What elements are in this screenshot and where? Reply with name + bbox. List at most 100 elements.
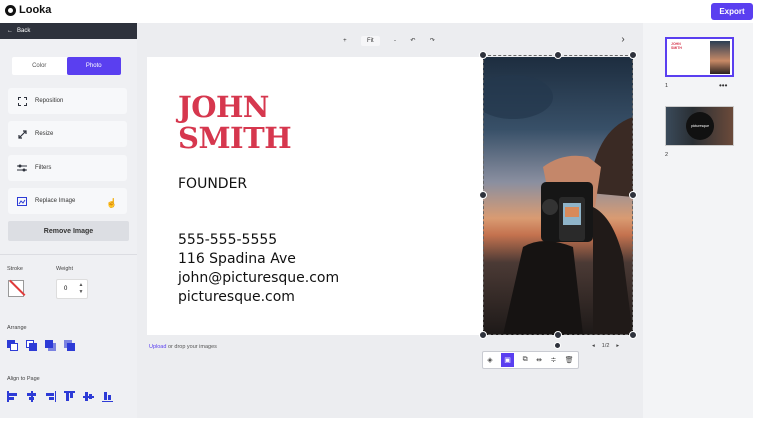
card-role[interactable]: FOUNDER bbox=[178, 176, 247, 192]
stroke-label: Stroke bbox=[7, 266, 23, 272]
align-right-icon[interactable] bbox=[45, 391, 56, 402]
looka-logo-icon bbox=[5, 4, 16, 16]
send-backward-icon[interactable] bbox=[45, 340, 56, 351]
thumb-2-logo: picturesque bbox=[686, 112, 714, 140]
align-to-page-label: Align to Page bbox=[7, 376, 40, 382]
resize-handle-top-left[interactable] bbox=[479, 51, 487, 59]
card-name[interactable]: JOHN SMITH bbox=[178, 90, 292, 155]
align-top-icon[interactable] bbox=[64, 391, 75, 402]
redo-icon[interactable]: ↷ bbox=[430, 37, 435, 44]
resize-handle-bottom[interactable] bbox=[554, 331, 562, 339]
page-thumbnail-1[interactable]: JOHN SMITH bbox=[665, 37, 734, 77]
next-page-button[interactable]: ▸ bbox=[616, 343, 619, 349]
page-number-1: 1 bbox=[665, 83, 669, 89]
tab-photo[interactable]: Photo bbox=[66, 57, 121, 75]
replace-image-button[interactable]: Replace Image ☝ bbox=[8, 188, 127, 214]
business-card: JOHN SMITH FOUNDER 555-555-5555 116 Spad… bbox=[147, 57, 633, 335]
upload-hint: Upload or drop your images bbox=[149, 344, 217, 350]
card-name-line1: JOHN bbox=[178, 90, 269, 124]
filters-icon bbox=[17, 163, 27, 173]
camera-photo-illustration bbox=[483, 75, 633, 335]
chevron-right-icon[interactable]: › bbox=[615, 31, 631, 47]
divider bbox=[0, 254, 137, 255]
card-photo[interactable] bbox=[483, 57, 633, 335]
resize-button[interactable]: Resize bbox=[8, 121, 127, 147]
thumb-2-text: picturesque bbox=[690, 124, 710, 128]
flip-icon[interactable]: ⇹ bbox=[536, 356, 542, 364]
looka-logo[interactable]: Looka bbox=[5, 4, 51, 16]
resize-handle-top-right[interactable] bbox=[629, 51, 637, 59]
card-phone: 555-555-5555 bbox=[178, 232, 278, 248]
prev-page-button[interactable]: ◂ bbox=[592, 343, 595, 349]
left-panel: ← Back Color Photo Reposition Resize Fil… bbox=[0, 23, 137, 418]
upload-rest: or drop your images bbox=[166, 344, 217, 350]
arrow-left-icon: ← bbox=[7, 28, 13, 34]
resize-label: Resize bbox=[35, 131, 54, 137]
bring-forward-icon[interactable] bbox=[26, 340, 37, 351]
send-to-back-icon[interactable] bbox=[64, 340, 75, 351]
card-address: 116 Spadina Ave bbox=[178, 251, 296, 267]
canvas-area: + Fit - ↶ ↷ › JOHN SMITH FOUNDER 555-555… bbox=[137, 23, 643, 418]
stepper-arrows-icon[interactable]: ▲ ▼ bbox=[77, 282, 85, 296]
trash-icon[interactable]: 🗑 bbox=[565, 356, 574, 364]
zoom-fit-button[interactable]: Fit bbox=[361, 35, 380, 46]
duplicate-icon[interactable]: ⧉ bbox=[523, 356, 528, 364]
align-center-horizontal-icon[interactable] bbox=[26, 391, 37, 402]
weight-value: 0 bbox=[64, 286, 68, 292]
page-pager: ◂ 1/2 ▸ bbox=[592, 343, 619, 349]
remove-image-button[interactable]: Remove Image bbox=[8, 221, 129, 241]
stroke-color-swatch[interactable] bbox=[8, 280, 24, 297]
page-indicator: 1/2 bbox=[601, 343, 610, 349]
image-toolbar: ◈ ▣ ⧉ ⇹ ≑ 🗑 bbox=[482, 351, 579, 369]
card-contact[interactable]: 555-555-5555 116 Spadina Ave john@pictur… bbox=[178, 231, 339, 307]
fill-icon[interactable]: ◈ bbox=[487, 356, 492, 364]
align-left-icon[interactable] bbox=[7, 391, 18, 402]
page-thumbnail-2[interactable]: picturesque bbox=[665, 106, 734, 146]
replace-image-icon bbox=[17, 196, 27, 206]
thumb-1-name: JOHN SMITH bbox=[671, 42, 682, 50]
zoom-controls: + Fit - ↶ ↷ bbox=[336, 32, 442, 49]
weight-label: Weight bbox=[56, 266, 74, 272]
zoom-out-button[interactable]: - bbox=[394, 38, 396, 44]
resize-handle-top[interactable] bbox=[554, 51, 562, 59]
layers-icon[interactable]: ≑ bbox=[550, 356, 556, 364]
arrange-row bbox=[7, 340, 75, 351]
pages-panel: JOHN SMITH 1 ••• picturesque 2 bbox=[643, 23, 753, 418]
resize-handle-bottom-left[interactable] bbox=[479, 331, 487, 339]
logo-text: Looka bbox=[19, 4, 52, 16]
back-label: Back bbox=[17, 28, 31, 34]
hand-cursor-icon: ☝ bbox=[106, 198, 118, 208]
card-name-line2: SMITH bbox=[178, 121, 292, 155]
editor-app: Looka Export ← Back Color Photo Repositi… bbox=[0, 0, 761, 428]
undo-icon[interactable]: ↶ bbox=[410, 37, 415, 44]
reposition-button[interactable]: Reposition bbox=[8, 88, 127, 114]
export-button[interactable]: Export bbox=[711, 3, 753, 20]
resize-handle-left[interactable] bbox=[479, 191, 487, 199]
top-bar: Looka Export bbox=[0, 0, 761, 23]
zoom-in-button[interactable]: + bbox=[343, 38, 347, 44]
color-photo-toggle: Color Photo bbox=[12, 57, 121, 75]
replace-image-label: Replace Image bbox=[35, 198, 76, 204]
resize-handle-right[interactable] bbox=[629, 191, 637, 199]
card-email: john@picturesque.com bbox=[178, 270, 340, 286]
tab-color[interactable]: Color bbox=[12, 57, 67, 75]
align-row bbox=[7, 391, 113, 402]
page-menu-icon[interactable]: ••• bbox=[719, 81, 727, 90]
card-website: picturesque.com bbox=[178, 289, 295, 305]
bottom-strip bbox=[0, 418, 761, 428]
filters-label: Filters bbox=[35, 165, 52, 171]
align-bottom-icon[interactable] bbox=[102, 391, 113, 402]
align-middle-icon[interactable] bbox=[83, 391, 94, 402]
reposition-label: Reposition bbox=[35, 98, 64, 104]
crop-icon[interactable]: ▣ bbox=[501, 353, 515, 367]
back-button[interactable]: ← Back bbox=[0, 23, 137, 39]
filters-button[interactable]: Filters bbox=[8, 155, 127, 181]
weight-stepper[interactable]: 0 ▲ ▼ bbox=[56, 279, 88, 299]
rotate-handle-icon[interactable] bbox=[554, 342, 561, 349]
thumb-1-photo bbox=[710, 41, 730, 74]
upload-link[interactable]: Upload bbox=[149, 344, 166, 350]
resize-handle-bottom-right[interactable] bbox=[629, 331, 637, 339]
page-number-2: 2 bbox=[665, 152, 669, 158]
bring-to-front-icon[interactable] bbox=[7, 340, 18, 351]
arrange-label: Arrange bbox=[7, 325, 27, 331]
